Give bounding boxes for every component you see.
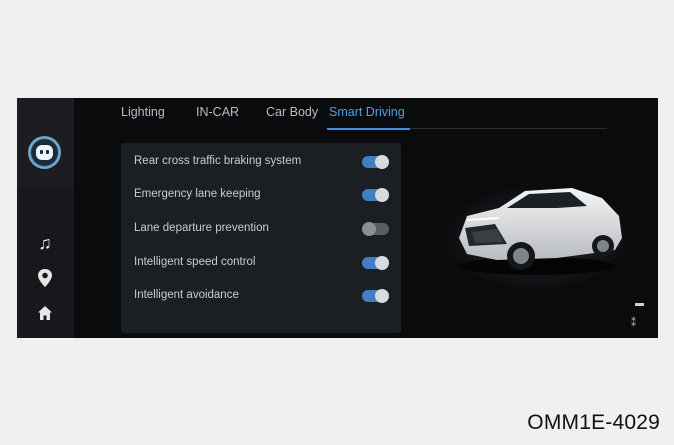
toggle-knob: [362, 222, 376, 236]
setting-row-emergency-lane-keeping: Emergency lane keeping: [134, 185, 394, 205]
setting-row-intelligent-speed-control: Intelligent speed control: [134, 253, 394, 273]
tab-in-car[interactable]: IN-CAR: [196, 105, 239, 119]
active-tab-indicator: [327, 128, 410, 130]
setting-row-intelligent-avoidance: Intelligent avoidance: [134, 286, 394, 306]
tab-car-body[interactable]: Car Body: [266, 105, 318, 119]
tab-smart-driving[interactable]: Smart Driving: [329, 105, 405, 119]
battery-icon: [635, 303, 644, 306]
home-icon[interactable]: [31, 301, 59, 325]
figure-code: OMM1E-4029: [527, 411, 660, 434]
setting-row-rear-cross-traffic: Rear cross traffic braking system: [134, 152, 394, 172]
rear-cross-traffic-toggle[interactable]: [362, 155, 389, 169]
setting-label: Intelligent avoidance: [134, 289, 239, 301]
sidebar: ♫: [17, 98, 74, 338]
infotainment-screen: ♫ Lighting IN-CAR Car Body Smart Driving…: [17, 98, 658, 338]
smart-driving-settings-panel: Rear cross traffic braking system Emerge…: [121, 143, 401, 333]
assistant-face: [36, 145, 53, 160]
assistant-eye-right: [46, 150, 49, 154]
car-illustration: [437, 158, 637, 298]
intelligent-speed-control-toggle[interactable]: [362, 256, 389, 270]
toggle-knob: [375, 155, 389, 169]
setting-label: Intelligent speed control: [134, 256, 256, 268]
toggle-knob: [375, 289, 389, 303]
setting-label: Emergency lane keeping: [134, 188, 261, 200]
intelligent-avoidance-toggle[interactable]: [362, 289, 389, 303]
setting-row-lane-departure-prevention: Lane departure prevention: [134, 219, 394, 239]
emergency-lane-keeping-toggle[interactable]: [362, 188, 389, 202]
toggle-knob: [375, 188, 389, 202]
tab-lighting[interactable]: Lighting: [121, 105, 165, 119]
toggle-knob: [375, 256, 389, 270]
voice-assistant-icon[interactable]: [28, 136, 61, 169]
lane-departure-prevention-toggle[interactable]: [362, 222, 389, 236]
assistant-eye-left: [40, 150, 43, 154]
setting-label: Lane departure prevention: [134, 222, 269, 234]
setting-label: Rear cross traffic braking system: [134, 155, 302, 167]
bluetooth-icon: ⁑: [631, 318, 636, 329]
music-note-icon[interactable]: ♫: [31, 231, 59, 255]
tab-track-line: [410, 128, 607, 129]
map-pin-icon[interactable]: [31, 266, 59, 290]
